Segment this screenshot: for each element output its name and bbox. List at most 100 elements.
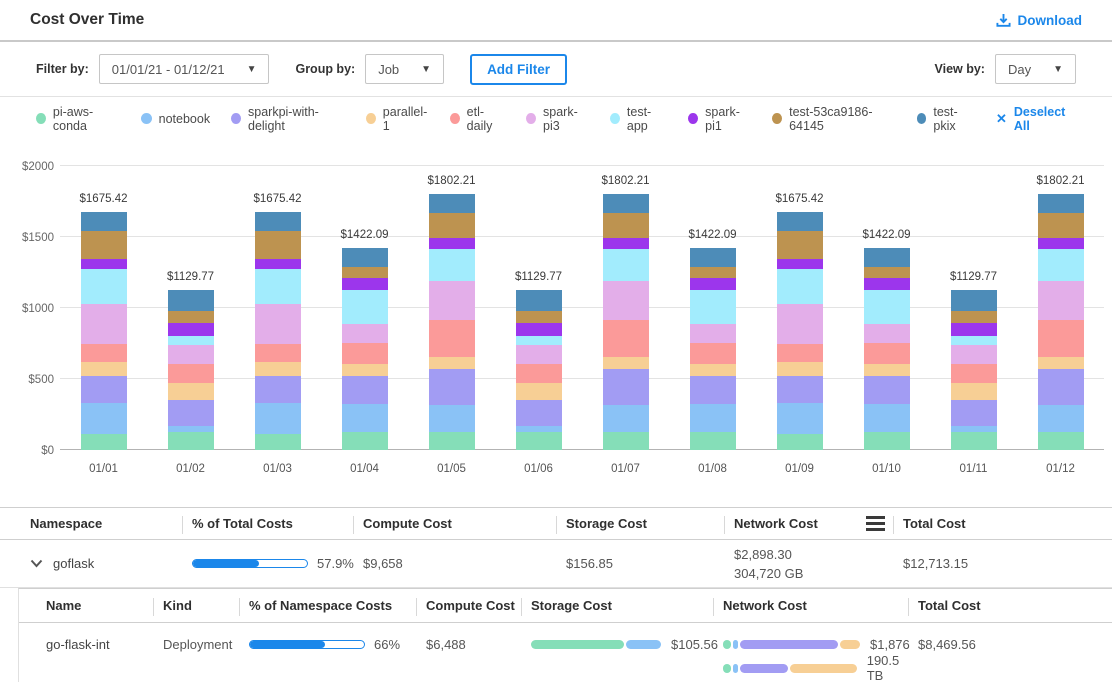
column-settings-icon[interactable] xyxy=(866,516,885,531)
legend-label: pi-aws-conda xyxy=(53,105,120,133)
storage-cost-cell: $105.56 xyxy=(531,633,723,655)
bar-segment xyxy=(603,249,649,281)
mini-bar-segment xyxy=(740,664,789,673)
column-header-compute: Compute Cost xyxy=(426,598,531,613)
bar-segment xyxy=(777,362,823,376)
namespace-row-goflask[interactable]: goflask 57.9% $9,658 $156.85 $2,898.30 3… xyxy=(0,540,1112,588)
compute-cost-value: $9,658 xyxy=(363,556,566,571)
bar-segment xyxy=(429,369,475,406)
page-header: Cost Over Time Download xyxy=(0,0,1112,42)
chevron-down-icon[interactable] xyxy=(30,559,43,568)
legend-item[interactable]: spark-pi3 xyxy=(526,105,589,133)
mini-bar-segment xyxy=(790,664,856,673)
bar-segment xyxy=(255,231,301,259)
bar-segment xyxy=(81,259,127,269)
compute-cost-value: $6,488 xyxy=(426,633,531,655)
bar-segment xyxy=(429,432,475,450)
legend-item[interactable]: etl-daily xyxy=(450,105,505,133)
bar-segment xyxy=(951,400,997,426)
bar-segment xyxy=(429,320,475,357)
x-axis-label: 01/04 xyxy=(350,463,379,475)
bar-group[interactable]: $1802.2101/05 xyxy=(429,194,475,450)
bar-segment xyxy=(690,267,736,279)
bar-segment xyxy=(603,369,649,406)
bar-group[interactable]: $1675.4201/03 xyxy=(255,212,301,450)
group-by-select[interactable]: Job ▼ xyxy=(365,54,444,84)
legend-item[interactable]: spark-pi1 xyxy=(688,105,751,133)
legend-item[interactable]: test-app xyxy=(610,105,667,133)
network-usage-bar xyxy=(723,664,857,673)
bar-group[interactable]: $1422.0901/10 xyxy=(864,248,910,450)
bar-segment xyxy=(81,212,127,231)
legend-item[interactable]: notebook xyxy=(141,112,210,126)
bar-segment xyxy=(951,364,997,383)
bar-segment xyxy=(951,432,997,450)
group-by-value: Job xyxy=(378,62,399,77)
bar-group[interactable]: $1129.7701/06 xyxy=(516,290,562,450)
bar-segment xyxy=(1038,249,1084,281)
workload-row-go-flask-int[interactable]: go-flask-int Deployment 66% $6,488 $105.… xyxy=(19,623,1112,682)
deselect-all-button[interactable]: ✕ Deselect All xyxy=(996,105,1076,133)
column-header-network: Network Cost xyxy=(723,598,918,613)
bar-segment xyxy=(1038,320,1084,357)
legend-item[interactable]: sparkpi-with-delight xyxy=(231,105,345,133)
bar-total-label: $1129.77 xyxy=(167,271,214,283)
chart-plot-area: $0$500$1000$1500$2000$1675.4201/01$1129.… xyxy=(60,166,1104,450)
add-filter-button[interactable]: Add Filter xyxy=(470,54,567,85)
bar-segment xyxy=(1038,213,1084,238)
bar-segment xyxy=(777,304,823,343)
bar-segment xyxy=(690,432,736,450)
bar-segment xyxy=(342,364,388,376)
legend-item[interactable]: test-53ca9186-64145 xyxy=(772,105,895,133)
legend-item[interactable]: pi-aws-conda xyxy=(36,105,120,133)
bar-segment xyxy=(429,194,475,212)
bar-segment xyxy=(255,259,301,269)
gridline xyxy=(60,165,1104,166)
bar-group[interactable]: $1802.2101/12 xyxy=(1038,194,1084,450)
bar-segment xyxy=(864,364,910,376)
deselect-all-label: Deselect All xyxy=(1014,105,1076,133)
bar-segment xyxy=(1038,281,1084,320)
bar-segment xyxy=(1038,194,1084,212)
bar-group[interactable]: $1675.4201/09 xyxy=(777,212,823,450)
workload-kind: Deployment xyxy=(163,633,249,655)
bar-total-label: $1422.09 xyxy=(863,229,911,241)
view-by-select[interactable]: Day ▼ xyxy=(995,54,1076,84)
bar-group[interactable]: $1129.7701/11 xyxy=(951,290,997,450)
namespace-name-cell[interactable]: goflask xyxy=(30,556,192,571)
bar-segment xyxy=(603,194,649,212)
y-axis-label: $1000 xyxy=(6,303,54,315)
legend-item[interactable]: parallel-1 xyxy=(366,105,429,133)
bar-segment xyxy=(168,311,214,323)
close-icon: ✕ xyxy=(996,111,1007,127)
bar-segment xyxy=(429,249,475,281)
bar-segment xyxy=(603,213,649,238)
legend-dot-icon xyxy=(366,113,376,124)
bar-segment xyxy=(690,248,736,267)
bar-segment xyxy=(777,231,823,259)
bar-segment xyxy=(690,364,736,376)
bar-group[interactable]: $1675.4201/01 xyxy=(81,212,127,450)
date-range-value: 01/01/21 - 01/12/21 xyxy=(112,62,225,77)
network-usage-value: 190.5 TB xyxy=(867,653,918,682)
legend-label: test-53ca9186-64145 xyxy=(789,105,895,133)
bar-segment xyxy=(690,290,736,324)
bar-total-label: $1802.21 xyxy=(602,175,650,187)
bar-group[interactable]: $1422.0901/08 xyxy=(690,248,736,450)
bar-segment xyxy=(168,364,214,383)
bar-segment xyxy=(603,405,649,432)
bar-group[interactable]: $1129.7701/02 xyxy=(168,290,214,450)
date-range-select[interactable]: 01/01/21 - 01/12/21 ▼ xyxy=(99,54,270,84)
legend-dot-icon xyxy=(917,113,927,124)
download-button[interactable]: Download xyxy=(996,13,1083,28)
total-cost-value: $12,713.15 xyxy=(903,556,1112,571)
network-usage-value: 304,720 GB xyxy=(734,564,903,583)
bar-group[interactable]: $1802.2101/07 xyxy=(603,194,649,450)
bar-group[interactable]: $1422.0901/04 xyxy=(342,248,388,450)
bar-stack xyxy=(1038,194,1084,450)
x-axis-label: 01/06 xyxy=(524,463,553,475)
bar-segment xyxy=(603,320,649,357)
total-cost-value: $8,469.56 xyxy=(918,633,1112,655)
x-axis-label: 01/10 xyxy=(872,463,901,475)
legend-item[interactable]: test-pkix xyxy=(917,105,975,133)
